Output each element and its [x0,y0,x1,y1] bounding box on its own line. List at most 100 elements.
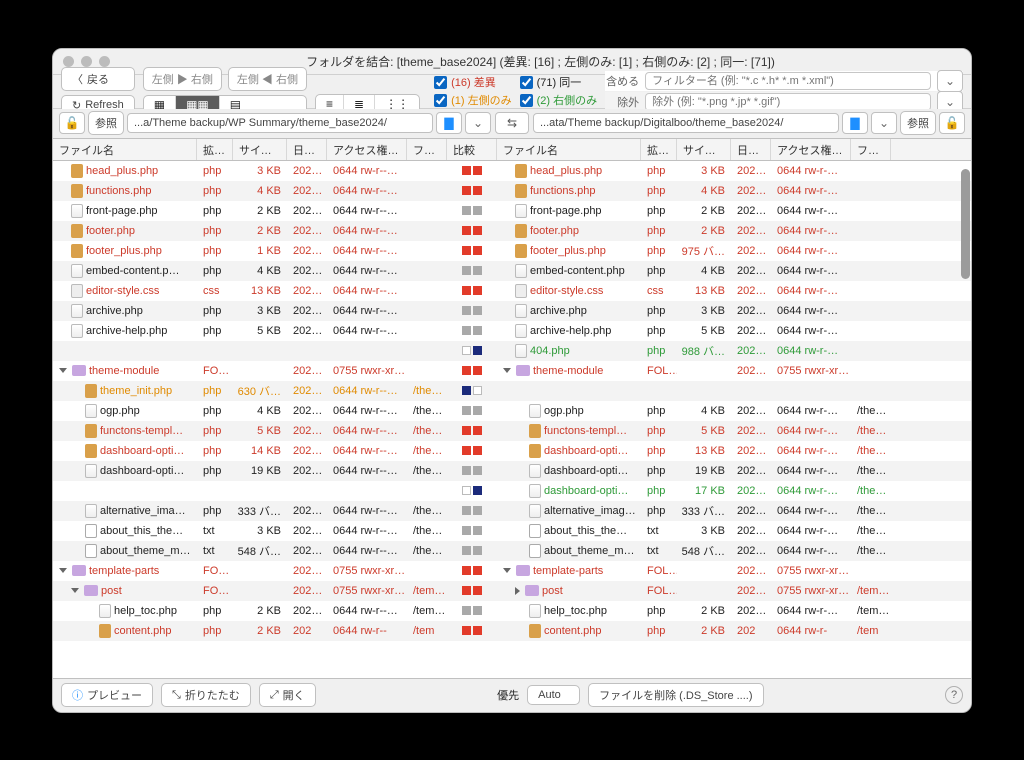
table-row[interactable]: postFO…202…0755 rwxr-xr…/tem…postFOL…202… [53,581,971,601]
file-name[interactable]: editor-style.css [497,284,641,298]
header-size-right[interactable]: サイズ(右側) [677,139,731,160]
folder-left-icon[interactable]: ▇ [436,112,462,134]
file-name[interactable]: dashboard-opti… [53,464,197,478]
table-row[interactable]: dashboard-opti…php17 KB202…0644 rw-r-…/t… [53,481,971,501]
window-zoom[interactable] [99,56,110,67]
scrollbar[interactable] [958,161,971,678]
file-name[interactable]: archive.php [53,304,197,318]
header-filename-left[interactable]: ファイル名 [53,139,197,160]
help-button[interactable]: ? [945,686,963,704]
path-right-dropdown[interactable]: ⌄ [871,112,897,134]
file-name[interactable]: embed-content.p… [53,264,197,278]
check-same[interactable]: (71) 同一 [520,74,598,90]
header-folder-right[interactable]: フォ… [851,139,891,160]
lock-left-icon[interactable]: 🔓 [59,112,85,134]
file-name[interactable]: theme-module [53,365,197,377]
file-name[interactable]: archive.php [497,304,641,318]
table-row[interactable]: template-partsFO…202…0755 rwxr-xr…templa… [53,561,971,581]
file-name[interactable]: theme-module [497,365,641,377]
file-name[interactable]: footer.php [53,224,197,238]
check-diff[interactable]: (16) 差異 [434,74,512,90]
file-name[interactable]: about_theme_m… [53,544,197,558]
table-row[interactable]: alternative_ima…php333 バ…202…0644 rw-r--… [53,501,971,521]
file-name[interactable]: footer_plus.php [53,244,197,258]
file-name[interactable]: template-parts [53,565,197,577]
file-name[interactable]: head_plus.php [497,164,641,178]
file-name[interactable]: theme_init.php [53,384,197,398]
file-name[interactable]: about_theme_m… [497,544,641,558]
file-name[interactable]: 404.php [497,344,641,358]
swap-paths-button[interactable]: ⇆ [495,112,529,134]
file-name[interactable]: ogp.php [497,404,641,418]
file-name[interactable]: ogp.php [53,404,197,418]
file-name[interactable]: footer.php [497,224,641,238]
table-row[interactable]: footer_plus.phpphp1 KB202…0644 rw-r--…fo… [53,241,971,261]
file-name[interactable]: help_toc.php [53,604,197,618]
table-row[interactable]: functions.phpphp4 KB202…0644 rw-r--…func… [53,181,971,201]
table-row[interactable]: footer.phpphp2 KB202…0644 rw-r--…footer.… [53,221,971,241]
file-name[interactable]: embed-content.php [497,264,641,278]
path-right-input[interactable] [533,113,839,133]
table-row[interactable]: ogp.phpphp4 KB202…0644 rw-r--…/the…ogp.p… [53,401,971,421]
table-row[interactable]: archive.phpphp3 KB202…0644 rw-r--…archiv… [53,301,971,321]
table-row[interactable]: front-page.phpphp2 KB202…0644 rw-r--…fro… [53,201,971,221]
delete-files-button[interactable]: ファイルを削除 (.DS_Store ....) [588,683,763,707]
table-row[interactable]: theme-moduleFO…202…0755 rwxr-xr…theme-mo… [53,361,971,381]
path-left-input[interactable] [127,113,433,133]
header-compare[interactable]: 比較 [447,139,497,160]
table-row[interactable]: help_toc.phpphp2 KB202…0644 rw-r--…/tem…… [53,601,971,621]
copy-rl-button[interactable]: 左側 ◀ 右側 [228,67,307,91]
table-row[interactable]: functons-templ…php5 KB202…0644 rw-r--…/t… [53,421,971,441]
file-name[interactable]: head_plus.php [53,164,197,178]
table-row[interactable]: archive-help.phpphp5 KB202…0644 rw-r--…a… [53,321,971,341]
header-date-left[interactable]: 日付(… [287,139,327,160]
file-name[interactable]: archive-help.php [497,324,641,338]
table-row[interactable]: about_theme_m…txt548 バ…202…0644 rw-r--…/… [53,541,971,561]
file-name[interactable]: front-page.php [53,204,197,218]
file-name[interactable]: alternative_imag… [497,504,641,518]
check-right-only[interactable]: (2) 右側のみ [520,92,598,108]
table-row[interactable]: theme_init.phpphp630 バ…202…0644 rw-r--…/… [53,381,971,401]
table-row[interactable]: about_this_the…txt3 KB202…0644 rw-r--…/t… [53,521,971,541]
file-name[interactable]: front-page.php [497,204,641,218]
file-name[interactable]: functons-templ… [53,424,197,438]
file-name[interactable]: footer_plus.php [497,244,641,258]
file-name[interactable]: editor-style.css [53,284,197,298]
file-name[interactable]: post [53,585,197,597]
filter-include-input[interactable] [645,72,931,90]
header-folder-left[interactable]: フォ… [407,139,447,160]
file-name[interactable]: dashboard-opti… [497,484,641,498]
path-left-dropdown[interactable]: ⌄ [465,112,491,134]
open-button[interactable]: ⤢開く [259,683,316,707]
header-perm-right[interactable]: アクセス権(右側) [771,139,851,160]
folder-right-icon[interactable]: ▇ [842,112,868,134]
file-name[interactable]: dashboard-opti… [53,444,197,458]
table-row[interactable]: head_plus.phpphp3 KB202…0644 rw-r--…head… [53,161,971,181]
file-name[interactable]: alternative_ima… [53,504,197,518]
priority-select[interactable]: Auto [527,685,580,705]
table-row[interactable]: embed-content.p…php4 KB202…0644 rw-r--…e… [53,261,971,281]
file-list[interactable]: head_plus.phpphp3 KB202…0644 rw-r--…head… [53,161,971,678]
header-perm-left[interactable]: アクセス権(左側) [327,139,407,160]
file-name[interactable]: functions.php [53,184,197,198]
include-dropdown[interactable]: ⌄ [937,70,963,92]
check-left-only[interactable]: (1) 左側のみ [434,92,512,108]
file-name[interactable]: content.php [53,624,197,638]
table-row[interactable]: editor-style.csscss13 KB202…0644 rw-r--…… [53,281,971,301]
lock-right-icon[interactable]: 🔓 [939,112,965,134]
file-name[interactable]: template-parts [497,565,641,577]
copy-lr-button[interactable]: 左側 ▶ 右側 [143,67,222,91]
table-row[interactable]: dashboard-opti…php14 KB202…0644 rw-r--…/… [53,441,971,461]
file-name[interactable]: functions.php [497,184,641,198]
file-name[interactable]: help_toc.php [497,604,641,618]
collapse-button[interactable]: ⤡折りたたむ [161,683,251,707]
browse-left-button[interactable]: 参照 [88,111,124,135]
header-filename-right[interactable]: ファイル名 [497,139,641,160]
header-date-right[interactable]: 日付(… [731,139,771,160]
file-name[interactable]: about_this_the… [53,524,197,538]
browse-right-button[interactable]: 参照 [900,111,936,135]
file-name[interactable]: about_this_the… [497,524,641,538]
file-name[interactable]: archive-help.php [53,324,197,338]
file-name[interactable]: functons-templ… [497,424,641,438]
header-size-left[interactable]: サイズ(左側) [233,139,287,160]
